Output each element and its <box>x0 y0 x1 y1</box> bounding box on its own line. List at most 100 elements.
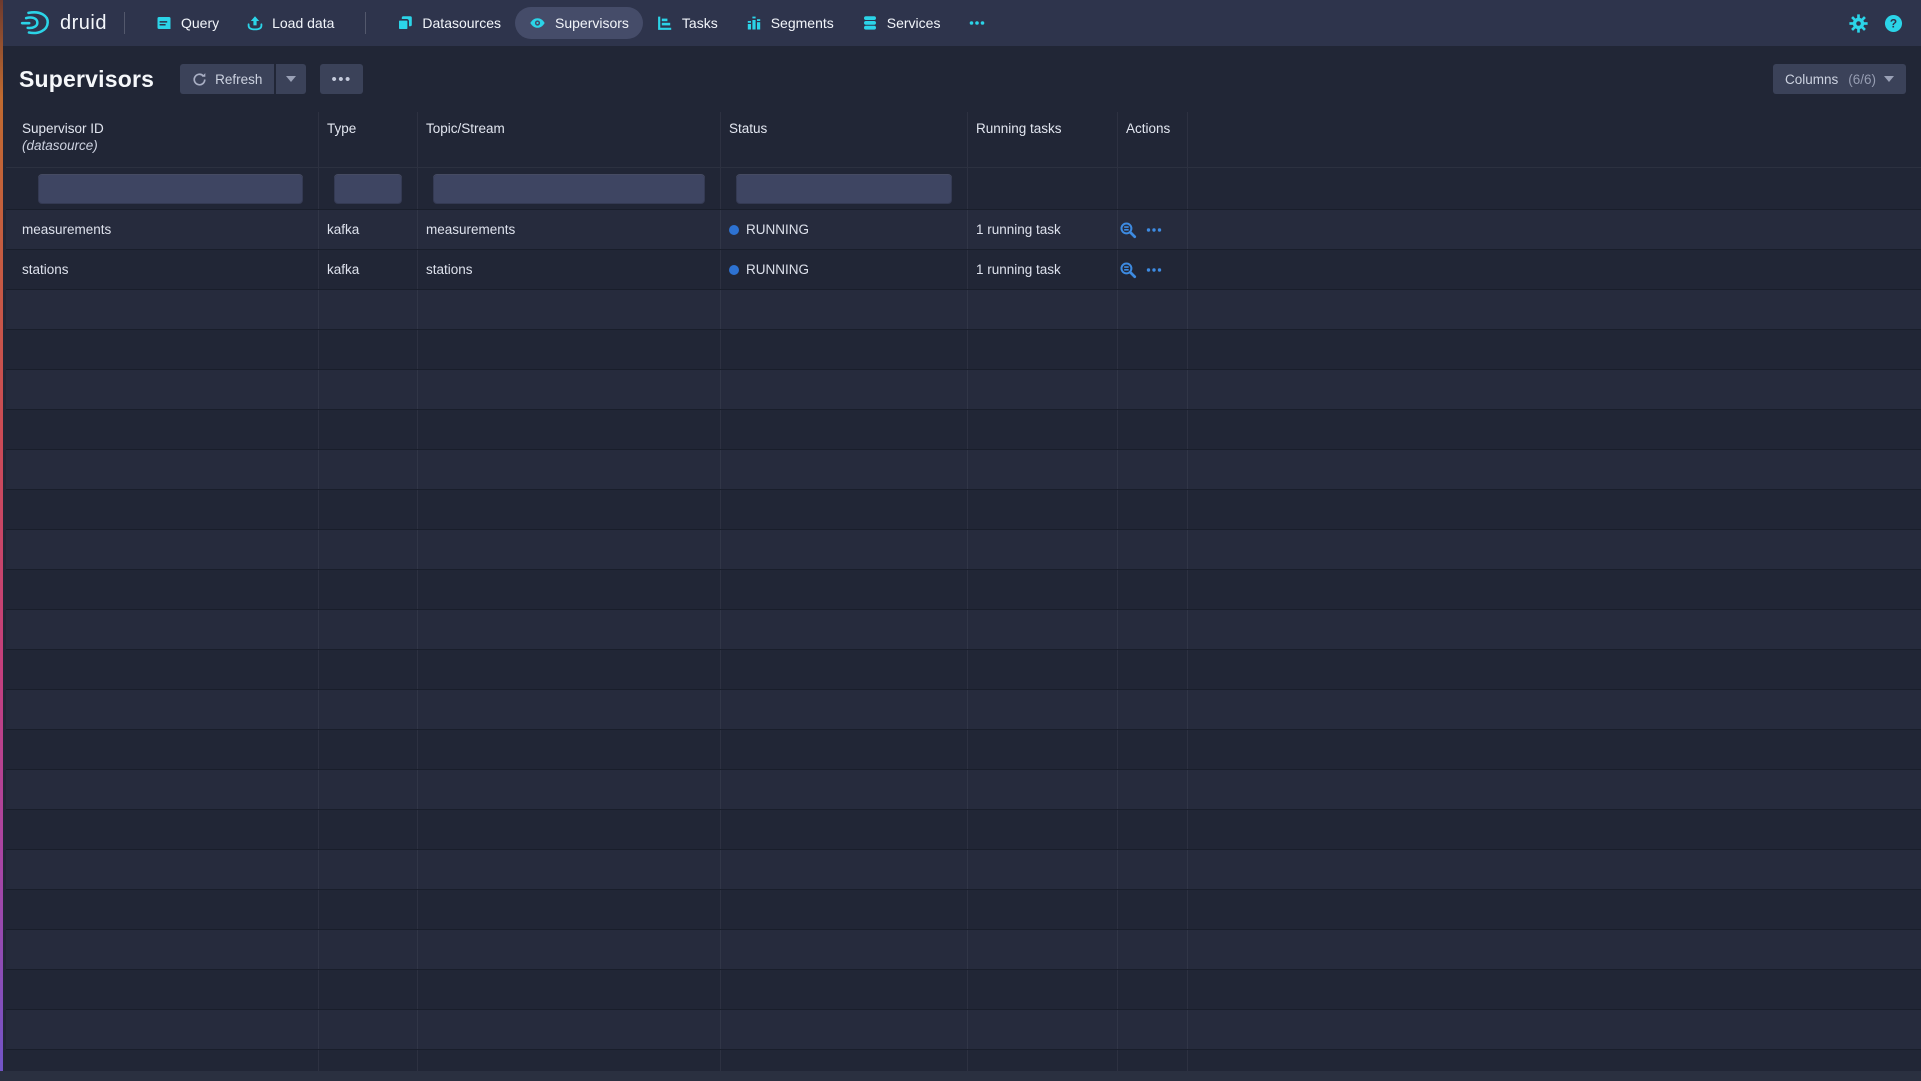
cell-empty <box>418 890 721 929</box>
cell-type[interactable]: kafka <box>319 210 418 249</box>
cell-empty <box>6 370 319 409</box>
nav-item-supervisors[interactable]: Supervisors <box>515 7 643 39</box>
window-edge-gradient <box>0 0 3 1081</box>
druid-logo-text: druid <box>60 12 107 35</box>
chevron-down-icon <box>286 76 296 82</box>
table-row-empty <box>6 530 1921 570</box>
cell-empty <box>6 770 319 809</box>
cell-running-tasks[interactable]: 1 running task <box>968 210 1118 249</box>
cell-empty <box>968 490 1118 529</box>
cell-empty <box>319 690 418 729</box>
supervisor-detail-magnifier-icon[interactable] <box>1119 261 1137 279</box>
supervisor-detail-magnifier-icon[interactable] <box>1119 221 1137 239</box>
cell-empty <box>1188 410 1921 449</box>
cell-empty <box>6 1010 319 1049</box>
filter-cell <box>6 168 319 209</box>
supervisor-id-filter-input[interactable] <box>38 174 303 204</box>
cell-empty <box>6 330 319 369</box>
table-row-empty <box>6 890 1921 930</box>
cell-empty <box>721 330 968 369</box>
cell-empty <box>1188 1050 1921 1071</box>
cell-empty <box>721 690 968 729</box>
column-header-topic-stream[interactable]: Topic/Stream <box>418 112 721 167</box>
cell-empty <box>418 410 721 449</box>
help-icon[interactable]: ? <box>1884 14 1903 33</box>
cell-empty <box>319 490 418 529</box>
cell-empty <box>319 970 418 1009</box>
cell-empty <box>6 850 319 889</box>
topic-stream-filter-input[interactable] <box>433 174 705 204</box>
refresh-button[interactable]: Refresh <box>180 64 274 94</box>
nav-item-label: Services <box>887 15 941 31</box>
table-filter-row <box>6 168 1921 210</box>
druid-logo[interactable]: druid <box>19 9 107 37</box>
table-row-empty <box>6 810 1921 850</box>
cell-status[interactable]: RUNNING <box>721 210 968 249</box>
cell-empty <box>968 1050 1118 1071</box>
horizontal-scrollbar[interactable] <box>0 1071 1921 1081</box>
nav-item-datasources[interactable]: Datasources <box>383 7 515 39</box>
cell-empty <box>1118 610 1188 649</box>
nav-item-tasks[interactable]: Tasks <box>643 7 732 39</box>
table-row-empty <box>6 370 1921 410</box>
cell-empty <box>1188 290 1921 329</box>
cell-empty <box>1188 1010 1921 1049</box>
nav-item-query[interactable]: Query <box>142 7 233 39</box>
refresh-button-label: Refresh <box>215 72 262 87</box>
top-navbar: druid Query Load data <box>3 0 1921 46</box>
cell-empty <box>968 770 1118 809</box>
cell-empty <box>319 770 418 809</box>
cell-running-tasks[interactable]: 1 running task <box>968 250 1118 289</box>
columns-dropdown-button[interactable]: Columns (6/6) <box>1773 64 1906 94</box>
column-header-actions[interactable]: Actions <box>1118 112 1188 167</box>
table-row-empty <box>6 490 1921 530</box>
column-header-supervisor-id[interactable]: Supervisor ID (datasource) <box>6 112 319 167</box>
cell-empty <box>1188 850 1921 889</box>
status-dot <box>729 225 739 235</box>
cell-topic-stream[interactable]: stations <box>418 250 721 289</box>
cell-empty <box>1188 650 1921 689</box>
cell-empty <box>418 810 721 849</box>
nav-item-load-data[interactable]: Load data <box>233 7 348 39</box>
refresh-interval-dropdown-button[interactable] <box>276 64 306 94</box>
cell-empty <box>319 530 418 569</box>
cell-empty <box>968 690 1118 729</box>
table-row-empty <box>6 1050 1921 1071</box>
cell-empty <box>1118 1010 1188 1049</box>
load-data-icon <box>247 15 263 31</box>
column-header-running-tasks[interactable]: Running tasks <box>968 112 1118 167</box>
cell-empty <box>721 610 968 649</box>
cell-empty <box>1188 890 1921 929</box>
cell-supervisor-id[interactable]: measurements <box>6 210 319 249</box>
cell-empty <box>1188 370 1921 409</box>
cell-topic-stream[interactable]: measurements <box>418 210 721 249</box>
nav-more-button[interactable] <box>954 7 1000 39</box>
column-header-status[interactable]: Status <box>721 112 968 167</box>
cell-empty <box>1118 370 1188 409</box>
title-more-button[interactable]: ••• <box>320 64 362 94</box>
cell-empty <box>418 450 721 489</box>
status-filter-input[interactable] <box>736 174 952 204</box>
nav-item-services[interactable]: Services <box>848 7 955 39</box>
cell-empty <box>1188 330 1921 369</box>
cell-empty <box>418 930 721 969</box>
table-row-empty <box>6 570 1921 610</box>
row-more-actions-icon[interactable] <box>1145 222 1163 238</box>
cell-empty <box>1118 290 1188 329</box>
settings-gear-icon[interactable] <box>1849 14 1868 33</box>
cell-empty <box>968 570 1118 609</box>
nav-item-segments[interactable]: Segments <box>732 7 848 39</box>
cell-type[interactable]: kafka <box>319 250 418 289</box>
nav-item-label: Segments <box>771 15 834 31</box>
cell-empty <box>1118 730 1188 769</box>
cell-empty <box>1118 490 1188 529</box>
cell-empty <box>721 1010 968 1049</box>
type-filter-input[interactable] <box>334 174 402 204</box>
table-row-measurements: measurements kafka measurements RUNNING … <box>6 210 1921 250</box>
cell-empty <box>1188 490 1921 529</box>
cell-supervisor-id[interactable]: stations <box>6 250 319 289</box>
column-header-type[interactable]: Type <box>319 112 418 167</box>
row-more-actions-icon[interactable] <box>1145 262 1163 278</box>
cell-status[interactable]: RUNNING <box>721 250 968 289</box>
nav-item-label: Query <box>181 15 219 31</box>
